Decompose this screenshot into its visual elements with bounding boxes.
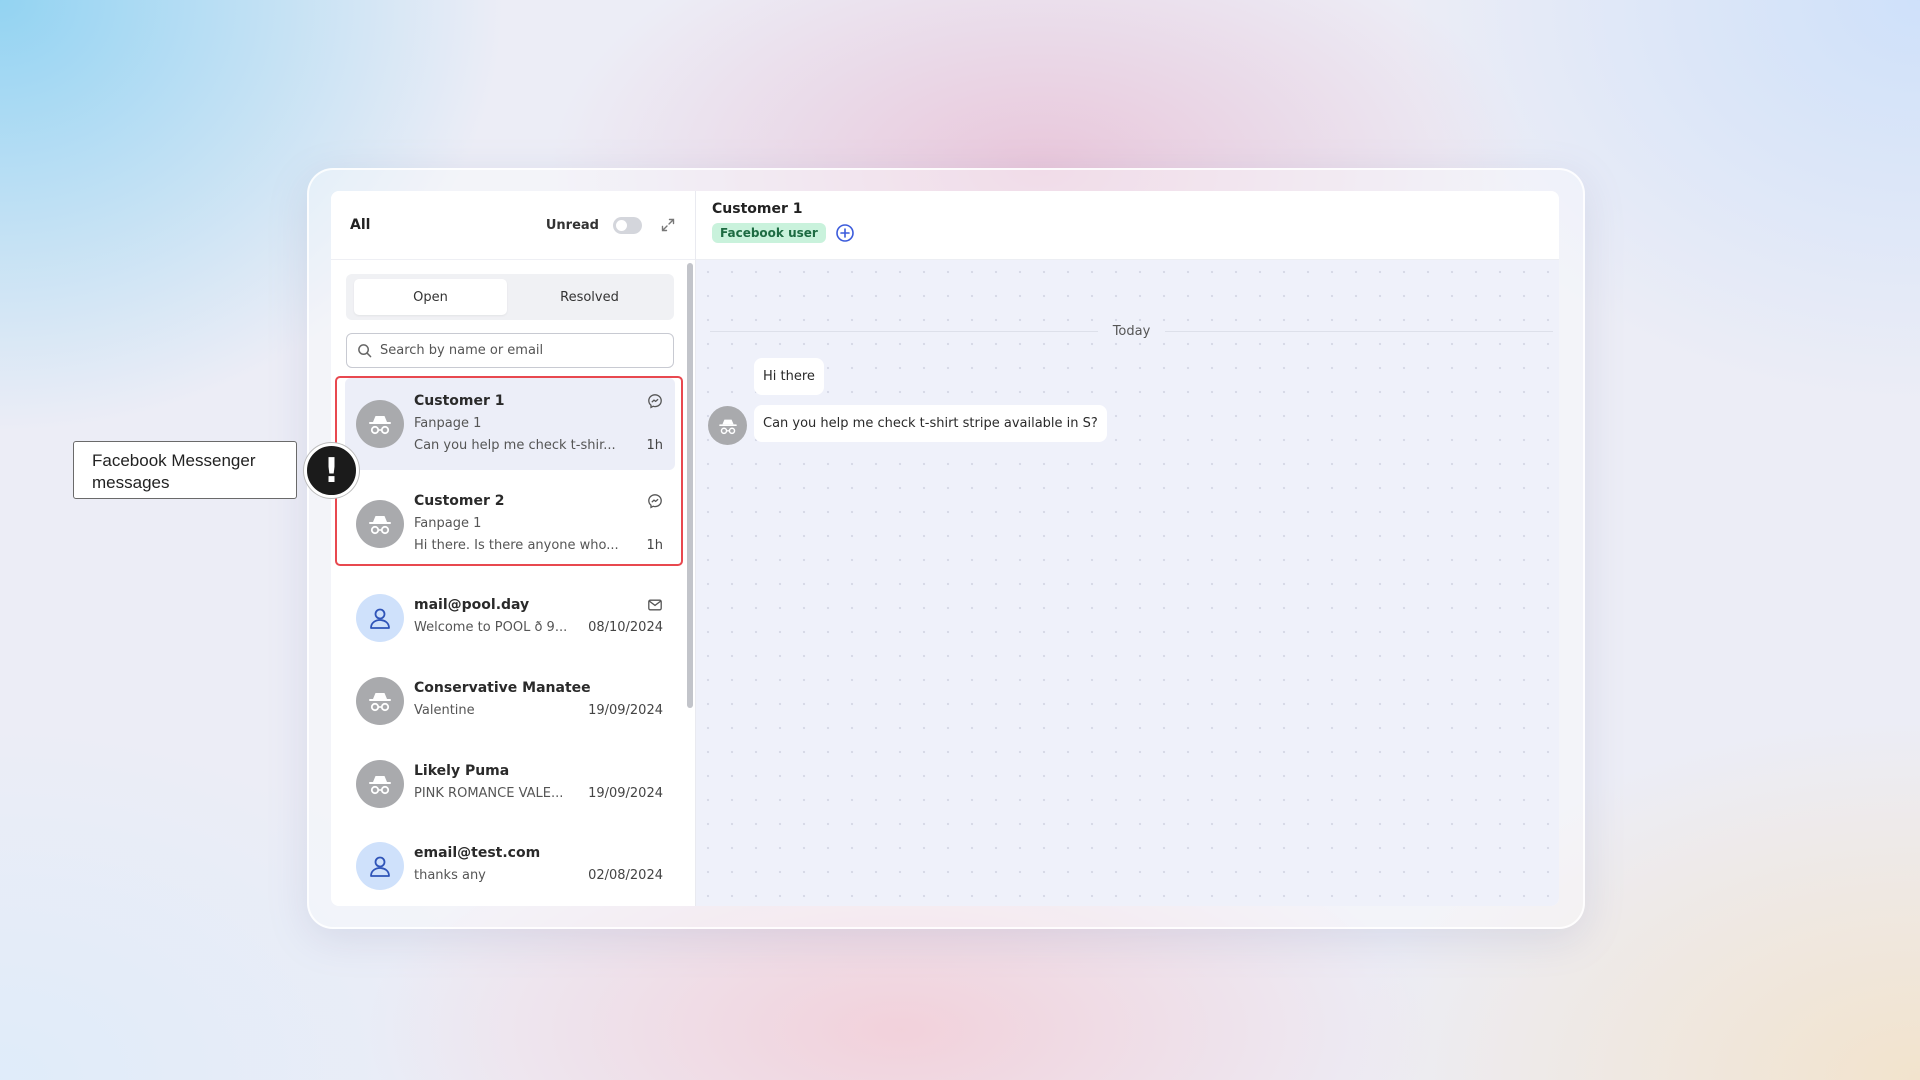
messenger-icon — [648, 394, 662, 409]
conversation-body: Conservative Manatee Valentine 19/09/202… — [414, 677, 663, 721]
conversation-item-likely-puma[interactable]: Likely Puma PINK ROMANCE VALE... 19/09/2… — [345, 748, 675, 822]
conversation-preview: Welcome to POOL ð 9... — [414, 619, 568, 635]
conversation-time: 19/09/2024 — [588, 785, 663, 801]
message-area: Today Hi there Can you help me check t-s… — [696, 260, 1559, 906]
contact-name: Customer 1 — [712, 201, 803, 217]
search-icon — [358, 344, 372, 358]
conversation-source: Fanpage 1 — [414, 415, 482, 431]
day-label: Today — [1112, 324, 1151, 339]
conversation-item-customer-1[interactable]: Customer 1 Fanpage 1 Can you help me che… — [345, 378, 675, 470]
conversation-body: Customer 2 Fanpage 1 Hi there. Is there … — [414, 490, 663, 556]
person-avatar-icon — [356, 594, 404, 642]
conversation-time: 08/10/2024 — [588, 619, 663, 635]
conversation-preview: Can you help me check t-shir... — [414, 437, 616, 453]
unread-toggle[interactable] — [613, 216, 642, 234]
conversation-source: Fanpage 1 — [414, 515, 482, 531]
add-tag-icon[interactable] — [835, 223, 855, 243]
conversation-item-customer-2[interactable]: Customer 2 Fanpage 1 Hi there. Is there … — [345, 478, 675, 570]
chat-panel: Customer 1 Facebook user Today Hi there — [696, 191, 1559, 906]
tab-open[interactable]: Open — [354, 279, 507, 315]
conversation-preview: Hi there. Is there anyone who... — [414, 537, 619, 553]
person-avatar-icon — [356, 842, 404, 890]
toggle-knob — [616, 219, 627, 231]
incognito-avatar-icon — [356, 677, 404, 725]
conversation-time: 1h — [646, 437, 663, 453]
sidebar-title: All — [350, 217, 371, 233]
message-bubble: Hi there — [754, 358, 824, 395]
messenger-icon — [648, 494, 662, 509]
search-input[interactable] — [380, 343, 660, 358]
conversation-item-conservative-manatee[interactable]: Conservative Manatee Valentine 19/09/202… — [345, 665, 675, 739]
conversation-name: Customer 2 — [414, 493, 505, 509]
tag-row: Facebook user — [712, 223, 1543, 243]
annotation-callout: Facebook Messenger messages — [73, 441, 297, 499]
search-box — [346, 333, 674, 368]
contact-tag[interactable]: Facebook user — [712, 223, 826, 243]
conversation-name: Likely Puma — [414, 763, 510, 779]
tab-resolved[interactable]: Resolved — [513, 279, 666, 315]
status-segment: Open Resolved — [346, 274, 674, 320]
conversation-item-email-test-com[interactable]: email@test.com thanks any 02/08/2024 — [345, 830, 675, 904]
inbox-app: All Unread Open Resolved Search by name … — [331, 191, 1559, 906]
conversation-time: 1h — [646, 537, 663, 553]
mail-icon — [648, 599, 662, 611]
conversation-name: email@test.com — [414, 845, 541, 861]
conversation-name: mail@pool.day — [414, 597, 530, 613]
chat-header: Customer 1 Facebook user — [696, 191, 1559, 260]
conversation-preview: Valentine — [414, 702, 475, 718]
conversation-scrollbar[interactable] — [687, 263, 693, 708]
incognito-avatar-icon — [356, 400, 404, 448]
conversation-body: Customer 1 Fanpage 1 Can you help me che… — [414, 390, 663, 456]
conversation-item-mail-pool-day[interactable]: mail@pool.day Welcome to POOL ð 9... 08/… — [345, 582, 675, 656]
alert-icon: ! — [304, 443, 359, 498]
incognito-avatar-icon — [356, 760, 404, 808]
expand-icon[interactable] — [660, 217, 676, 233]
conversation-time: 02/08/2024 — [588, 867, 663, 883]
conversation-sidebar: All Unread Open Resolved Search by name … — [331, 191, 696, 906]
conversation-body: Likely Puma PINK ROMANCE VALE... 19/09/2… — [414, 760, 663, 804]
incognito-avatar-icon — [708, 406, 747, 445]
conversation-name: Conservative Manatee — [414, 680, 591, 696]
sidebar-header: All Unread — [331, 191, 695, 260]
incognito-avatar-icon — [356, 500, 404, 548]
conversation-body: email@test.com thanks any 02/08/2024 — [414, 842, 663, 886]
day-divider: Today — [710, 324, 1554, 339]
conversation-name: Customer 1 — [414, 393, 505, 409]
conversation-preview: PINK ROMANCE VALE... — [414, 785, 564, 801]
unread-label: Unread — [545, 217, 599, 233]
conversation-preview: thanks any — [414, 867, 486, 883]
conversation-time: 19/09/2024 — [588, 702, 663, 718]
conversation-body: mail@pool.day Welcome to POOL ð 9... 08/… — [414, 594, 663, 638]
message-bubble: Can you help me check t-shirt stripe ava… — [754, 405, 1107, 442]
